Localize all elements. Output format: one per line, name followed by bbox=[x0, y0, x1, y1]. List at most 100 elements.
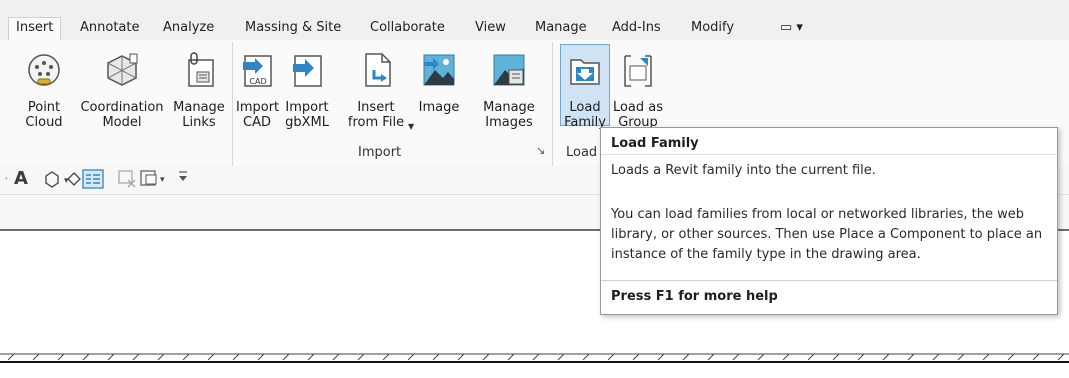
hatch-pattern bbox=[0, 353, 1069, 363]
hatch-tick bbox=[657, 353, 665, 361]
manage-images-button[interactable]: Manage Images bbox=[478, 40, 540, 130]
hatch-tick bbox=[682, 353, 690, 361]
hatch-tick bbox=[282, 353, 290, 361]
hatch-tick bbox=[182, 353, 190, 361]
tab-add-ins[interactable]: Add-Ins bbox=[612, 20, 661, 35]
import-panel-launcher[interactable]: ↘ bbox=[536, 144, 545, 157]
hatch-tick bbox=[257, 353, 265, 361]
import-gbxml-button[interactable]: Import gbXML bbox=[280, 40, 334, 130]
panel-separator bbox=[232, 42, 233, 168]
hatch-tick bbox=[1057, 353, 1065, 361]
properties-list-icon[interactable] bbox=[82, 169, 104, 189]
hatch-tick bbox=[507, 353, 515, 361]
ribbon-tab-bar: Insert Annotate Analyze Massing & Site C… bbox=[0, 0, 1069, 43]
import-gbxml-label: Import gbXML bbox=[285, 100, 329, 130]
hatch-tick bbox=[107, 353, 115, 361]
import-cad-button[interactable]: CAD Import CAD bbox=[236, 40, 280, 130]
tooltip-summary: Loads a Revit family into the current fi… bbox=[611, 163, 876, 178]
tab-view[interactable]: View bbox=[475, 20, 506, 35]
manage-images-label: Manage Images bbox=[483, 100, 535, 130]
load-family-icon bbox=[567, 52, 603, 88]
tooltip-detail-line: library, or other sources. Then use Plac… bbox=[611, 227, 1043, 242]
hatch-tick bbox=[957, 353, 965, 361]
qat-separator: · bbox=[4, 170, 9, 188]
tab-annotate[interactable]: Annotate bbox=[80, 20, 139, 35]
hatch-tick bbox=[32, 353, 40, 361]
load-as-group-icon bbox=[620, 52, 656, 88]
tooltip-detail-line: instance of the family type in the drawi… bbox=[611, 247, 921, 262]
hatch-tick bbox=[982, 353, 990, 361]
svg-text:▾: ▾ bbox=[160, 175, 165, 185]
load-family-button[interactable]: Load Family bbox=[560, 40, 610, 130]
insert-from-file-label: Insert from File bbox=[347, 100, 405, 130]
hatch-tick bbox=[207, 353, 215, 361]
import-gbxml-icon bbox=[289, 52, 325, 88]
hatch-tick bbox=[932, 353, 940, 361]
hatch-tick bbox=[832, 353, 840, 361]
tooltip-divider bbox=[601, 280, 1057, 281]
hatch-tick bbox=[1032, 353, 1040, 361]
hatch-tick bbox=[582, 353, 590, 361]
hatch-tick bbox=[82, 353, 90, 361]
tab-collaborate[interactable]: Collaborate bbox=[370, 20, 445, 35]
image-label: Image bbox=[418, 100, 460, 115]
hatch-tick bbox=[757, 353, 765, 361]
insert-from-file-button[interactable]: Insert from File bbox=[346, 40, 406, 130]
tab-modify[interactable]: Modify bbox=[691, 20, 734, 35]
image-icon bbox=[421, 52, 457, 88]
insert-from-file-icon bbox=[358, 52, 394, 88]
hatch-tick bbox=[632, 353, 640, 361]
close-hidden-windows-icon[interactable] bbox=[118, 170, 138, 188]
tab-manage[interactable]: Manage bbox=[535, 20, 587, 35]
manage-links-label: Manage Links bbox=[173, 100, 225, 130]
hatch-tick bbox=[432, 353, 440, 361]
coordination-model-label: Coordination Model bbox=[80, 100, 164, 130]
hatch-tick bbox=[882, 353, 890, 361]
hatch-tick bbox=[557, 353, 565, 361]
hatch-tick bbox=[357, 353, 365, 361]
hatch-tick bbox=[807, 353, 815, 361]
load-family-label: Load Family bbox=[564, 100, 606, 130]
import-panel-title: Import bbox=[358, 145, 402, 160]
hatch-tick bbox=[457, 353, 465, 361]
tooltip-detail-line: You can load families from local or netw… bbox=[611, 207, 1024, 222]
coordination-model-button[interactable]: Coordination Model bbox=[76, 40, 168, 130]
point-cloud-button[interactable]: Point Cloud bbox=[14, 40, 74, 130]
hatch-tick bbox=[382, 353, 390, 361]
import-cad-icon: CAD bbox=[239, 52, 275, 88]
manage-images-icon bbox=[491, 52, 527, 88]
customize-qat-dropdown[interactable] bbox=[178, 168, 188, 184]
manage-links-icon bbox=[181, 52, 217, 88]
hatch-tick bbox=[157, 353, 165, 361]
load-as-group-button[interactable]: Load as Group bbox=[612, 40, 664, 130]
hatch-tick bbox=[607, 353, 615, 361]
image-button[interactable]: Image bbox=[416, 40, 462, 115]
drawing-area-hatch bbox=[0, 350, 1069, 372]
tab-analyze[interactable]: Analyze bbox=[163, 20, 214, 35]
hatch-tick bbox=[57, 353, 65, 361]
point-cloud-icon bbox=[26, 52, 62, 88]
contextual-tab-dropdown[interactable]: ▭ ▾ bbox=[780, 20, 803, 35]
manage-links-button[interactable]: Manage Links bbox=[170, 40, 228, 130]
hatch-tick bbox=[857, 353, 865, 361]
tooltip-help-hint: Press F1 for more help bbox=[611, 289, 778, 304]
panel-separator bbox=[552, 42, 553, 168]
load-family-tooltip: Load Family Loads a Revit family into th… bbox=[600, 127, 1058, 315]
import-cad-label: Import CAD bbox=[236, 100, 280, 130]
visibility-icon[interactable]: ▾ bbox=[42, 170, 82, 188]
hatch-tick bbox=[732, 353, 740, 361]
tooltip-title: Load Family bbox=[611, 136, 699, 151]
insert-dropdown-arrow[interactable]: ▼ bbox=[408, 122, 414, 131]
tab-massing-site[interactable]: Massing & Site bbox=[245, 20, 341, 35]
hatch-tick bbox=[7, 353, 15, 361]
hatch-tick bbox=[782, 353, 790, 361]
svg-text:▾: ▾ bbox=[64, 176, 69, 186]
hatch-tick bbox=[407, 353, 415, 361]
hatch-tick bbox=[907, 353, 915, 361]
text-tool-icon[interactable]: A bbox=[14, 168, 28, 189]
hatch-tick bbox=[532, 353, 540, 361]
coordination-model-icon bbox=[104, 52, 140, 88]
point-cloud-label: Point Cloud bbox=[25, 100, 63, 130]
hatch-tick bbox=[132, 353, 140, 361]
switch-windows-icon[interactable]: ▾ bbox=[140, 170, 174, 188]
